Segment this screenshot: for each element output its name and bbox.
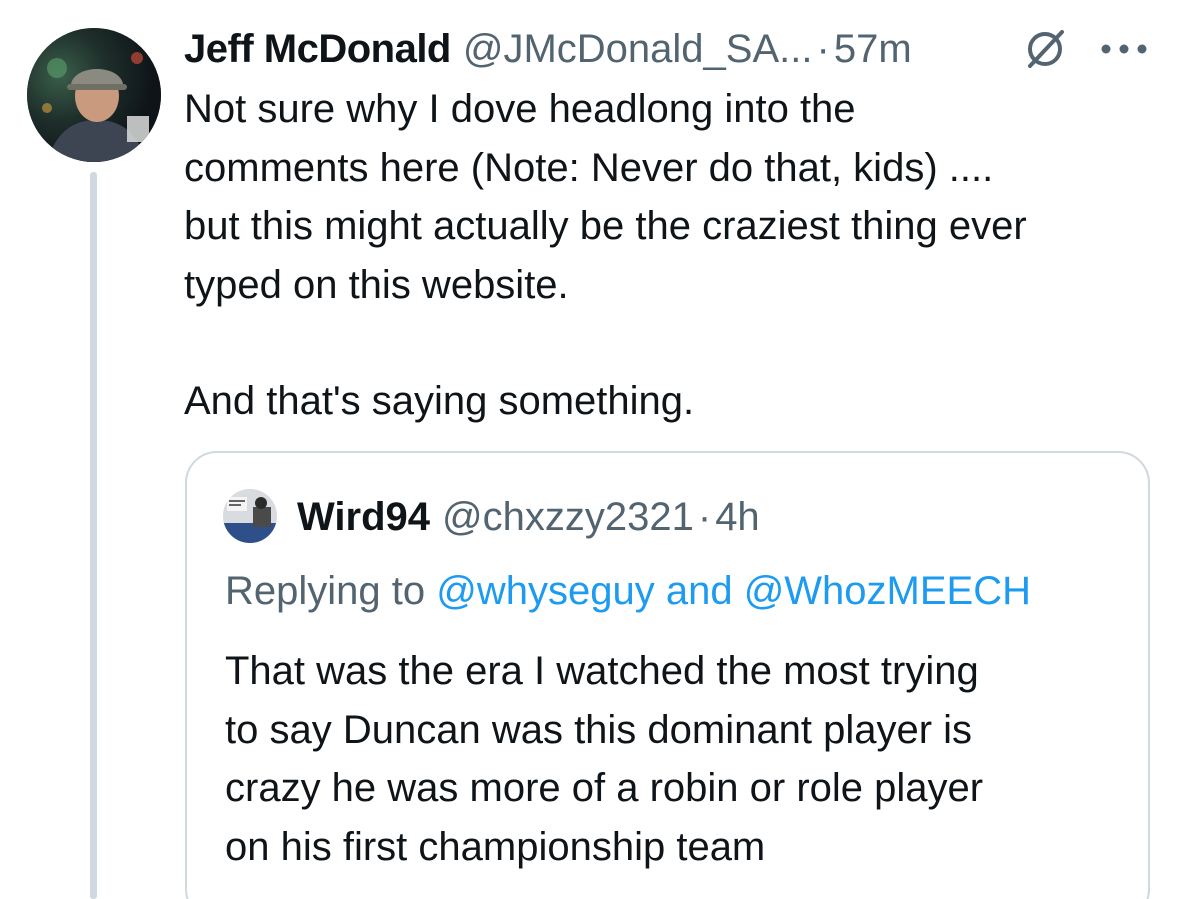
quoted-tweet-body: That was the era I watched the most tryi… xyxy=(225,649,984,869)
tweet-text-paragraph-2: And that's saying something. xyxy=(184,379,695,423)
tweet-timestamp[interactable]: 57m xyxy=(834,27,912,72)
quoted-tweet-timestamp[interactable]: 4h xyxy=(715,495,760,540)
grok-slash-icon[interactable] xyxy=(1022,26,1068,72)
replying-to-line: Replying to @whyseguy and @WhozMEECH xyxy=(225,569,1031,614)
header-separator: · xyxy=(816,26,830,71)
author-avatar-image xyxy=(27,28,161,162)
quoted-header-separator: · xyxy=(697,494,712,539)
tweet-header: Jeff McDonald @JMcDonald_SA... · 57m xyxy=(184,24,1164,74)
tweet-thread: Jeff McDonald @JMcDonald_SA... · 57m Not… xyxy=(0,0,1179,899)
author-name[interactable]: Jeff McDonald xyxy=(184,27,451,72)
author-handle[interactable]: @JMcDonald_SA... xyxy=(463,27,813,72)
tweet-body: Not sure why I dove headlong into the co… xyxy=(184,80,1159,431)
reply-to-mention-1[interactable]: @whyseguy xyxy=(436,569,654,613)
more-horizontal-icon[interactable] xyxy=(1098,42,1150,56)
quoted-tweet-header: Wird94 @chxzzy2321 · 4h xyxy=(297,491,760,543)
quoted-author-handle[interactable]: @chxzzy2321 xyxy=(442,495,694,540)
reply-conjunction: and xyxy=(654,569,744,613)
tweet-text-paragraph-1: Not sure why I dove headlong into the co… xyxy=(184,87,1027,307)
author-avatar[interactable] xyxy=(27,28,161,162)
replying-to-prefix: Replying to xyxy=(225,569,437,613)
thread-connector-line xyxy=(90,172,97,899)
quoted-author-avatar[interactable] xyxy=(223,489,277,543)
quoted-author-name[interactable]: Wird94 xyxy=(297,495,430,540)
reply-to-mention-2[interactable]: @WhozMEECH xyxy=(744,569,1031,613)
quoted-avatar-image xyxy=(223,489,277,543)
quoted-tweet-card[interactable]: Wird94 @chxzzy2321 · 4h Replying to @why… xyxy=(185,451,1150,899)
